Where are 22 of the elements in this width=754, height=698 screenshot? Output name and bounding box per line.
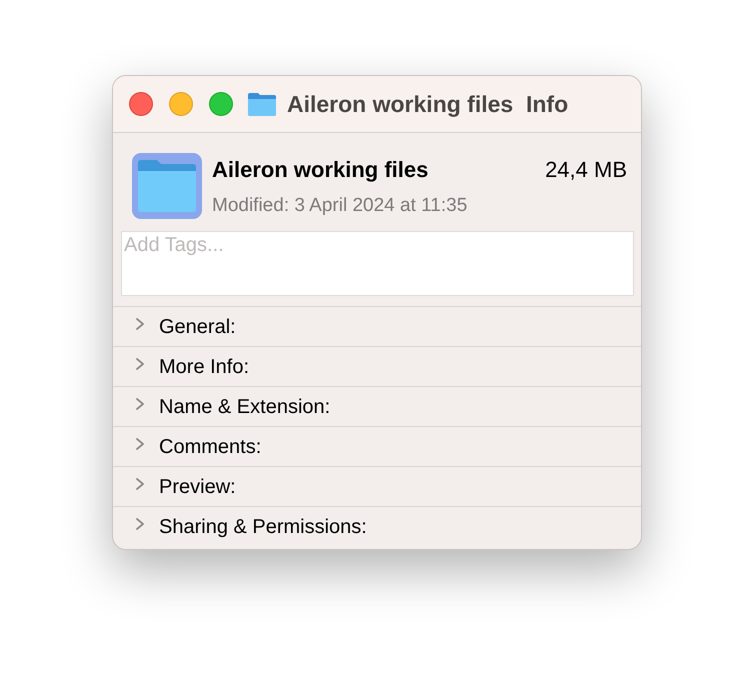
section-label: Name & Extension: — [159, 394, 330, 420]
folder-icon — [132, 153, 202, 219]
modified-date: Modified: 3 April 2024 at 11:35 — [212, 194, 468, 218]
section-label: General: — [159, 314, 236, 340]
section-label: Preview: — [159, 474, 236, 500]
disclosure-chevron-icon[interactable] — [135, 476, 145, 490]
folder-icon — [247, 91, 277, 117]
close-button[interactable] — [129, 92, 153, 116]
minimize-button[interactable] — [169, 92, 193, 116]
tags-field[interactable]: Add Tags... — [121, 231, 634, 296]
file-name: Aileron working files — [212, 156, 428, 184]
disclosure-chevron-icon[interactable] — [135, 356, 145, 370]
disclosure-chevron-icon[interactable] — [135, 516, 145, 530]
zoom-button[interactable] — [209, 92, 233, 116]
disclosure-chevron-icon[interactable] — [135, 436, 145, 450]
disclosure-chevron-icon[interactable] — [135, 316, 145, 330]
window-title: Aileron working files Info — [287, 90, 568, 119]
file-size: 24,4 MB — [545, 156, 627, 184]
section-label: Comments: — [159, 434, 262, 460]
disclosure-chevron-icon[interactable] — [135, 396, 145, 410]
section-label: Sharing & Permissions: — [159, 514, 367, 540]
section-label: More Info: — [159, 354, 250, 380]
